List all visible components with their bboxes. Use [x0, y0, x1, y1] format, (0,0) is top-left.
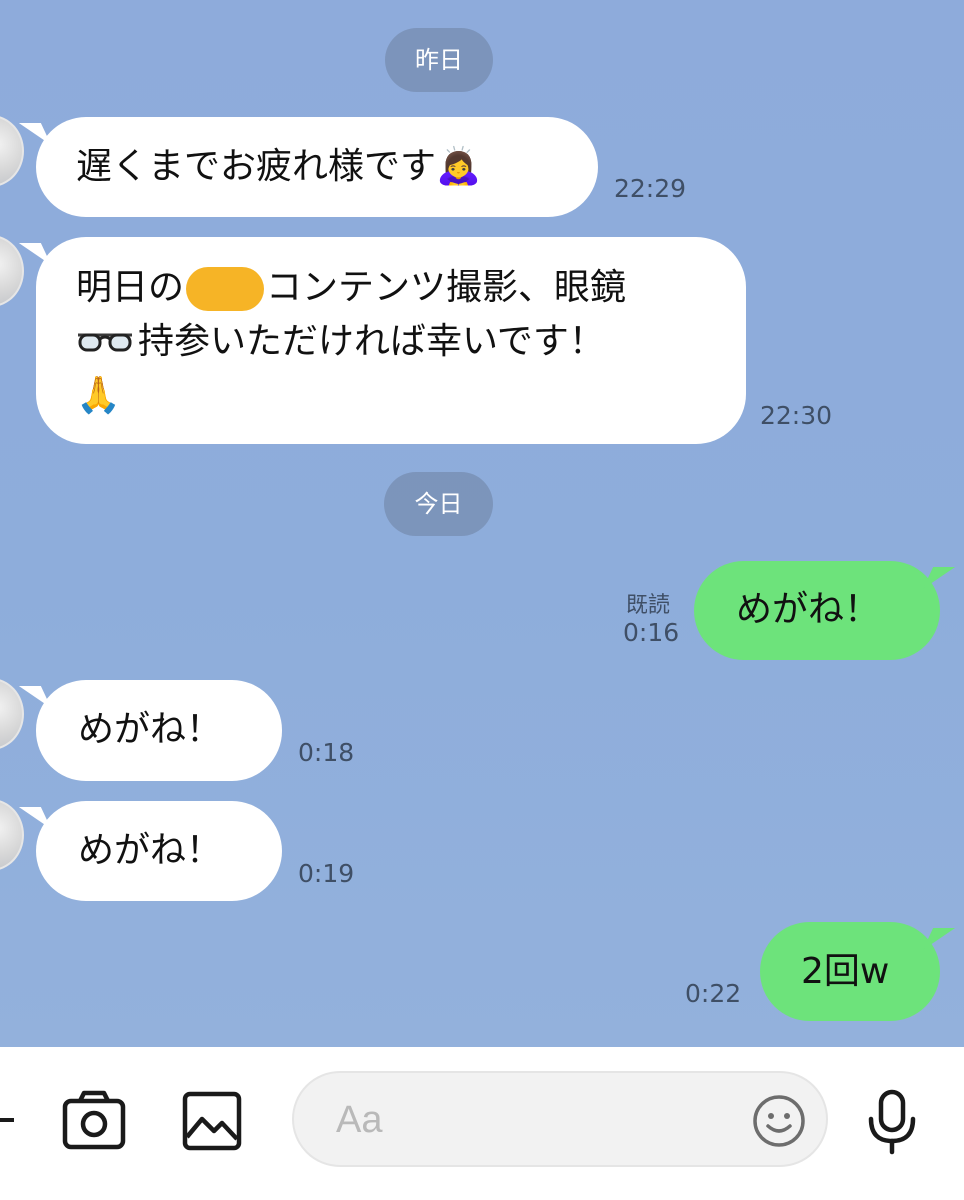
- folded-hands-emoji: 🙏: [76, 375, 121, 416]
- message-bubble[interactable]: めがね！: [694, 561, 940, 660]
- person-bowing-emoji: 🙇‍♀️: [436, 146, 481, 187]
- message-bubble[interactable]: 2回w: [760, 922, 940, 1021]
- chat-area[interactable]: 昨日 遅くまでお疲れ様です🙇‍♀️ 22:29 明日の コンテンツ撮影、眼鏡 持参…: [0, 0, 964, 1047]
- date-separator-yesterday: 昨日: [385, 28, 493, 92]
- message-time: 22:30: [760, 401, 833, 430]
- message-bubble[interactable]: めがね！: [36, 801, 282, 901]
- message-bubble[interactable]: 遅くまでお疲れ様です🙇‍♀️: [36, 117, 598, 217]
- message-text: めがね！: [736, 589, 881, 630]
- camera-icon[interactable]: [62, 1089, 126, 1151]
- date-separator-today: 今日: [384, 472, 493, 536]
- glasses-icon: [78, 333, 132, 352]
- message-bubble[interactable]: 明日の コンテンツ撮影、眼鏡 持参いただければ幸いです！ 🙏: [36, 237, 746, 444]
- read-receipt: 既読: [626, 593, 671, 618]
- message-time: 0:22: [685, 979, 742, 1008]
- message-text: 遅くまでお疲れ様です: [76, 146, 437, 187]
- redaction-mark: [186, 267, 265, 311]
- message-input[interactable]: [334, 1091, 738, 1149]
- image-icon[interactable]: [182, 1091, 242, 1151]
- message-bubble[interactable]: めがね！: [36, 680, 282, 781]
- message-text: 持参いただければ幸いです！: [138, 321, 605, 362]
- message-text: 2回w: [801, 951, 890, 992]
- input-toolbar: [0, 1047, 964, 1200]
- message-time: 0:16: [623, 618, 680, 647]
- message-text: めがね！: [78, 709, 223, 750]
- message-text: めがね！: [78, 830, 223, 871]
- message-time: 22:29: [614, 174, 687, 203]
- plus-icon[interactable]: [0, 1105, 18, 1135]
- message-text: コンテンツ撮影、眼鏡: [266, 267, 627, 308]
- microphone-icon[interactable]: [866, 1089, 918, 1155]
- message-time: 0:19: [298, 859, 355, 888]
- message-time: 0:18: [298, 738, 355, 767]
- message-text: 明日の: [76, 267, 185, 308]
- message-input-box[interactable]: [292, 1071, 828, 1167]
- smiley-icon[interactable]: [752, 1094, 806, 1148]
